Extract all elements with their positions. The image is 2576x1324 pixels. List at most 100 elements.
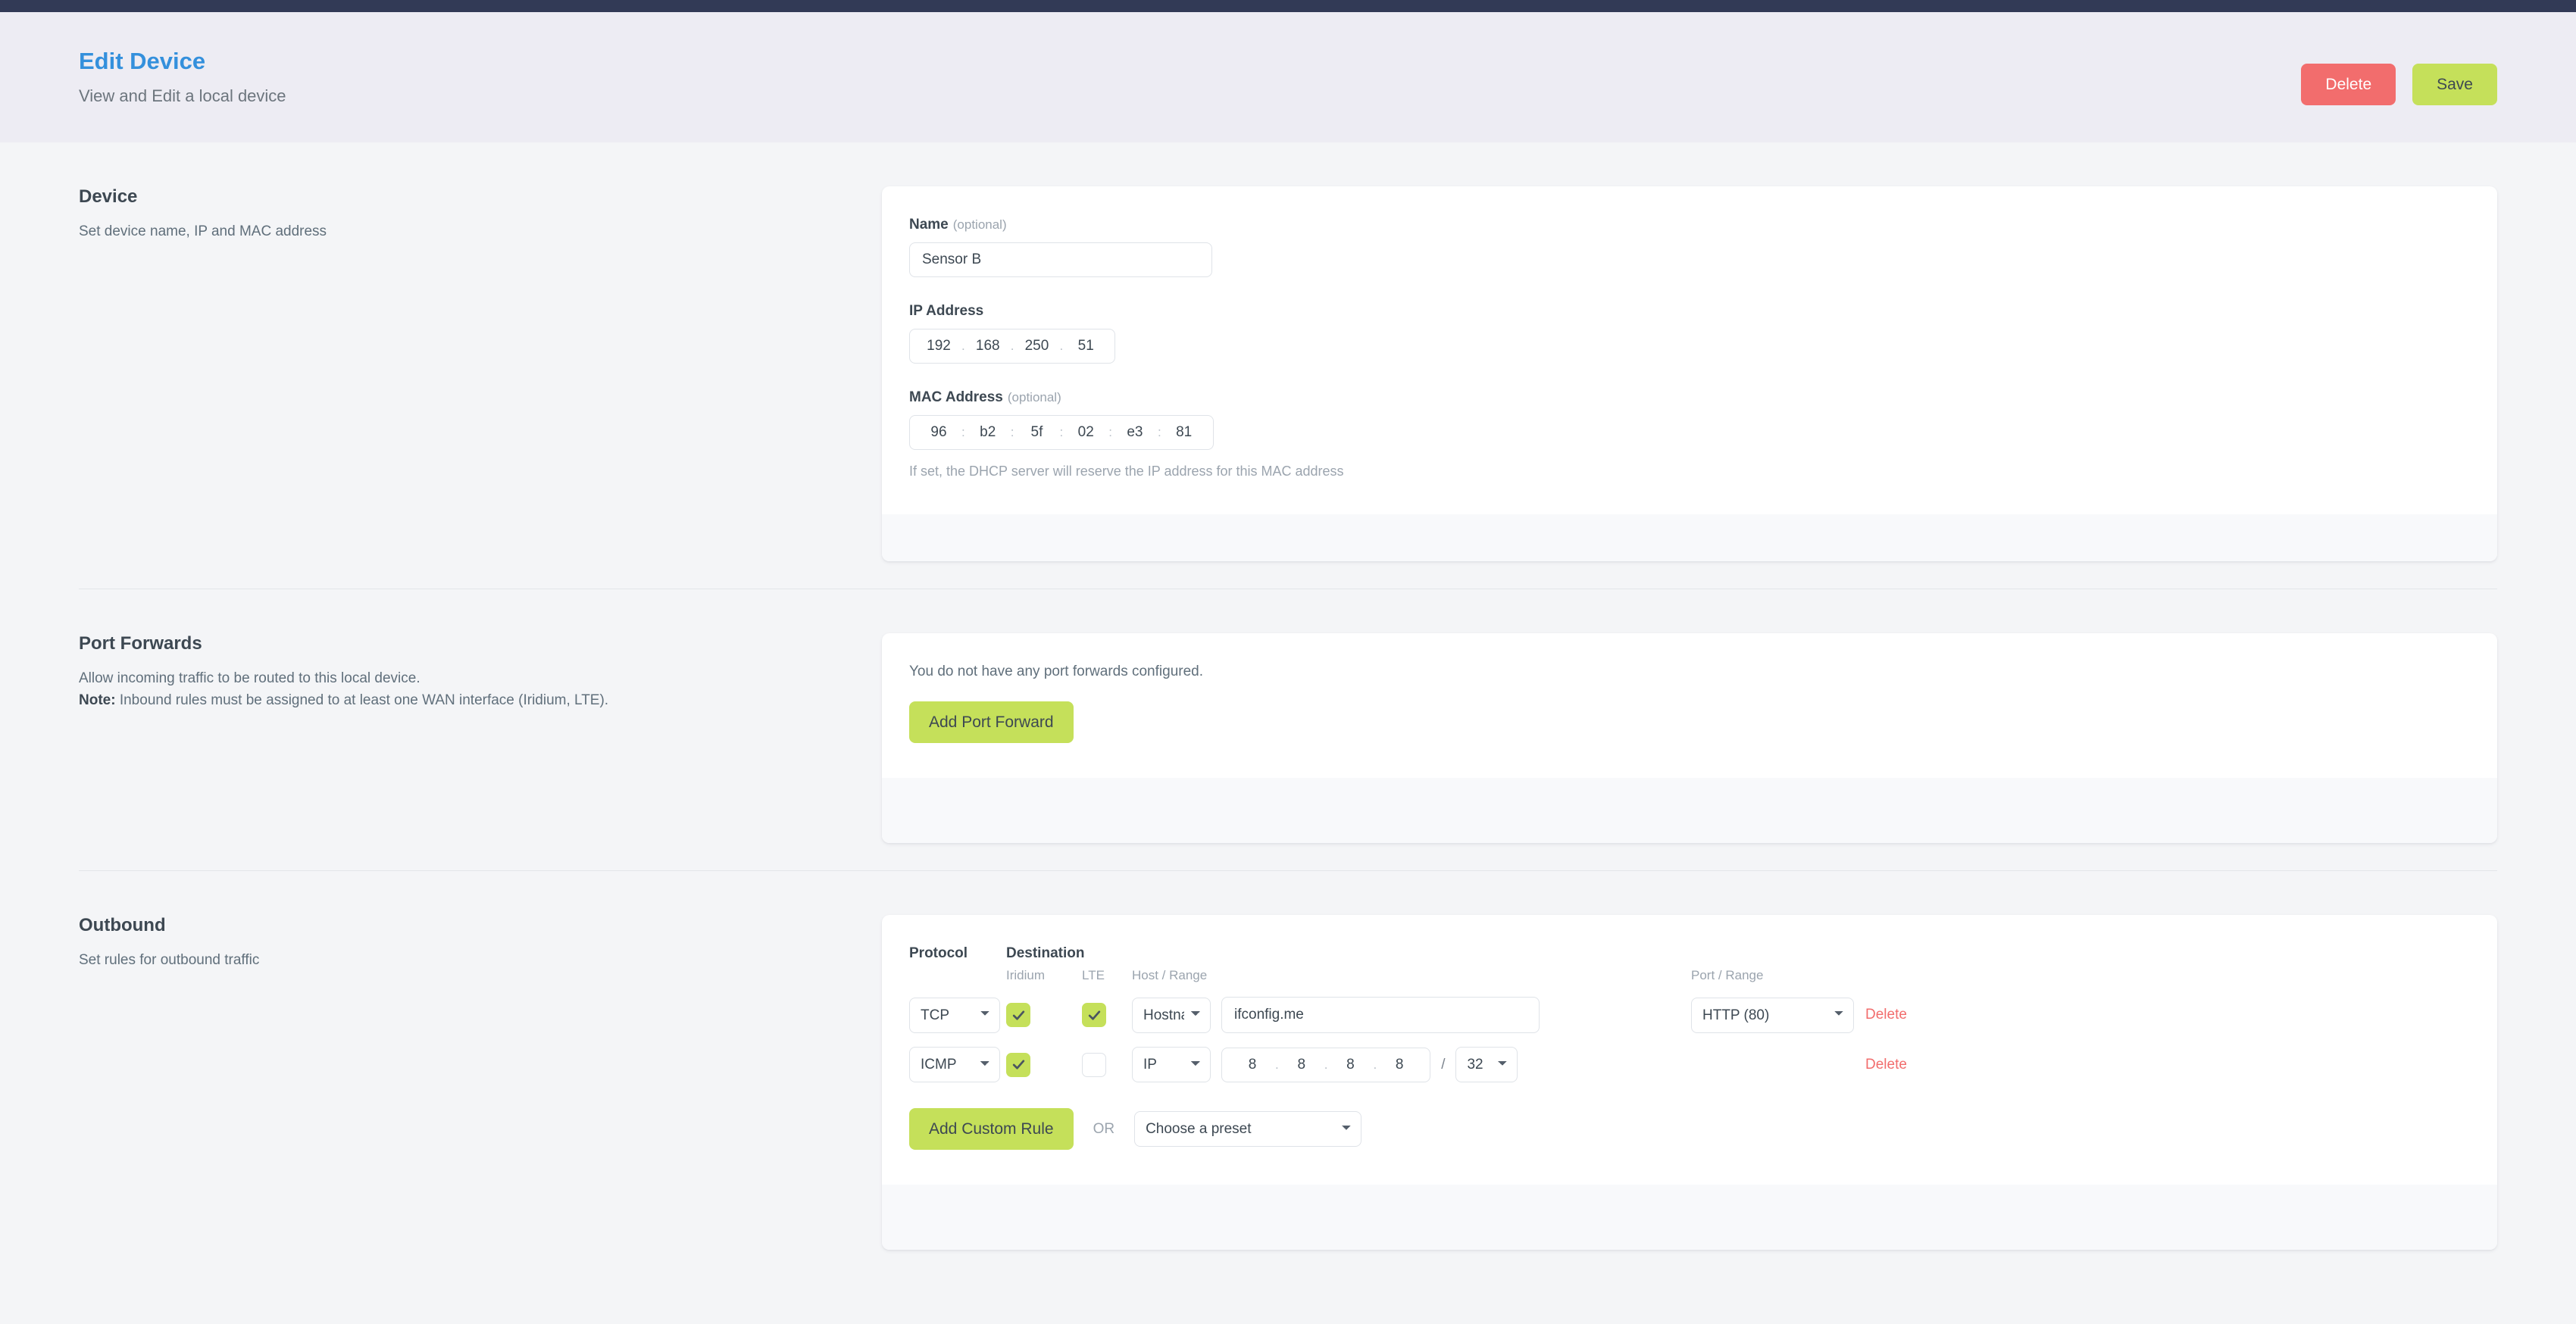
ip-separator-2: .	[1010, 339, 1014, 353]
mac-separator-5: :	[1157, 425, 1161, 439]
ip-separator-1: .	[961, 339, 965, 353]
rule1-hostname-input[interactable]	[1221, 997, 1540, 1033]
rule1-delete-cell: Delete	[1865, 1007, 1956, 1023]
page-body: Device Set device name, IP and MAC addre…	[0, 142, 2576, 1277]
mac-octet-6[interactable]	[1164, 423, 1204, 442]
field-ip-address: IP Address . . .	[909, 303, 2470, 364]
rule1-hostname-cell	[1221, 997, 1691, 1033]
rule1-host-type-select[interactable]: Hostname	[1132, 997, 1211, 1033]
device-name-input[interactable]	[909, 242, 1212, 277]
rule1-lte-checkbox[interactable]	[1082, 1003, 1106, 1027]
section-port-forwards: Port Forwards Allow incoming traffic to …	[79, 589, 2497, 870]
outbound-rule-row: TCP Hostname ifconfig.me HTTP (80) Delet…	[909, 997, 2470, 1033]
mac-octet-1[interactable]	[919, 423, 958, 442]
port-forwards-section-title: Port Forwards	[79, 633, 202, 654]
rule2-ip-cell: . . . / 32	[1221, 1047, 1691, 1082]
outbound-section-info: Outbound Set rules for outbound traffic	[79, 915, 882, 972]
mac-separator-2: :	[1010, 425, 1014, 439]
device-section-desc: Set device name, IP and MAC address	[79, 223, 327, 239]
rule2-lte-cell	[1082, 1052, 1132, 1077]
mac-octet-5[interactable]	[1114, 423, 1155, 442]
ip-octet-1[interactable]	[919, 336, 958, 356]
rule2-protocol-select[interactable]: ICMP	[909, 1047, 1000, 1082]
add-port-forward-button[interactable]: Add Port Forward	[909, 701, 1074, 743]
rule2-host-type-select[interactable]: IP	[1132, 1047, 1211, 1082]
outbound-section-title: Outbound	[79, 915, 166, 935]
mac-separator-4: :	[1108, 425, 1112, 439]
header-actions: Delete Save	[2301, 42, 2497, 105]
page-header: Edit Device View and Edit a local device…	[0, 12, 2576, 142]
rule2-protocol-cell: ICMP	[909, 1047, 1006, 1082]
name-label-text: Name	[909, 217, 949, 233]
header-host-range: Host / Range	[1132, 968, 1208, 982]
ip-address-label: IP Address	[909, 303, 2470, 320]
rule1-iridium-cell	[1006, 1003, 1082, 1027]
ip-separator-3: .	[1059, 339, 1064, 353]
ip-octet-2[interactable]	[968, 336, 1008, 356]
rule1-delete-link[interactable]: Delete	[1865, 1007, 1907, 1023]
mac-help-text: If set, the DHCP server will reserve the…	[909, 464, 1344, 479]
rule2-ip-octet-2[interactable]	[1281, 1054, 1321, 1075]
outbound-rule-row: ICMP IP 8 . 8 . 8 . 8 / 32 Delete	[909, 1047, 2470, 1082]
rule2-host-type-cell: IP	[1132, 1047, 1221, 1082]
outbound-card-footer	[882, 1185, 2497, 1250]
mac-octet-4[interactable]	[1066, 423, 1106, 442]
pf-desc-line2: Inbound rules must be assigned to at lea…	[115, 692, 609, 708]
rule2-ip-separator-2: .	[1324, 1057, 1328, 1072]
rule2-ip-group: . . .	[1221, 1047, 1431, 1082]
ip-label-text: IP Address	[909, 303, 984, 319]
rule1-port-select[interactable]: HTTP (80)	[1691, 997, 1854, 1033]
section-device: Device Set device name, IP and MAC addre…	[79, 142, 2497, 589]
rule1-iridium-checkbox[interactable]	[1006, 1003, 1030, 1027]
add-custom-rule-button[interactable]: Add Custom Rule	[909, 1108, 1074, 1150]
header-lte: LTE	[1082, 968, 1105, 982]
mac-separator-1: :	[961, 425, 965, 439]
header-port-range: Port / Range	[1691, 968, 1764, 982]
port-forwards-card-footer	[882, 778, 2497, 843]
rule2-iridium-cell	[1006, 1052, 1082, 1077]
device-card: Name(optional) IP Address . . .	[882, 186, 2497, 561]
rule2-delete-link[interactable]: Delete	[1865, 1057, 1907, 1073]
mac-optional-tag: (optional)	[1007, 390, 1061, 404]
check-icon	[1012, 1060, 1024, 1070]
rule2-lte-checkbox[interactable]	[1082, 1052, 1106, 1077]
ip-octet-4[interactable]	[1066, 336, 1106, 356]
pf-note-label: Note:	[79, 692, 116, 708]
port-forwards-card: You do not have any port forwards config…	[882, 633, 2497, 843]
ip-octet-3[interactable]	[1017, 336, 1057, 356]
preset-select[interactable]: Choose a preset	[1134, 1111, 1362, 1147]
outbound-actions: Add Custom Rule OR Choose a preset	[909, 1108, 2470, 1150]
rule2-iridium-checkbox[interactable]	[1006, 1052, 1030, 1077]
pf-desc-line1: Allow incoming traffic to be routed to t…	[79, 670, 420, 686]
name-optional-tag: (optional)	[952, 217, 1007, 232]
page-header-text: Edit Device View and Edit a local device	[79, 42, 286, 106]
device-section-title: Device	[79, 186, 138, 207]
delete-device-button[interactable]: Delete	[2301, 64, 2396, 105]
top-accent-bar	[0, 0, 2576, 12]
rule2-ip-octet-4[interactable]	[1380, 1054, 1420, 1075]
mac-octet-2[interactable]	[968, 423, 1008, 442]
outbound-section-desc: Set rules for outbound traffic	[79, 952, 260, 968]
page-title: Edit Device	[79, 48, 206, 74]
mac-separator-3: :	[1059, 425, 1064, 439]
mac-address-label: MAC Address (optional)	[909, 389, 2470, 406]
rule2-cidr-slash: /	[1441, 1056, 1446, 1073]
port-forwards-section-desc: Allow incoming traffic to be routed to t…	[79, 668, 852, 711]
header-protocol: Protocol	[909, 945, 968, 961]
rule2-cidr-select[interactable]: 32	[1455, 1047, 1518, 1082]
rule1-lte-cell	[1082, 1003, 1132, 1027]
section-outbound: Outbound Set rules for outbound traffic …	[79, 871, 2497, 1277]
outbound-card-body: Protocol Destination Iridium LTE Host / …	[882, 915, 2497, 1185]
rule2-ip-octet-1[interactable]	[1233, 1054, 1272, 1075]
mac-octet-3[interactable]	[1017, 423, 1057, 442]
rule2-ip-octet-3[interactable]	[1330, 1054, 1371, 1075]
save-button[interactable]: Save	[2412, 64, 2497, 105]
rule1-port-cell: HTTP (80)	[1691, 997, 1865, 1033]
name-label: Name (optional)	[909, 217, 2470, 233]
rule1-protocol-select[interactable]: TCP	[909, 997, 1000, 1033]
field-mac-address: MAC Address (optional) : : : : :	[909, 389, 2470, 479]
outbound-column-header-row: Iridium LTE Host / Range Port / Range	[909, 968, 2470, 983]
header-iridium: Iridium	[1006, 968, 1046, 982]
mac-label-text: MAC Address	[909, 389, 1003, 405]
rule2-ip-separator-1: .	[1275, 1057, 1279, 1072]
